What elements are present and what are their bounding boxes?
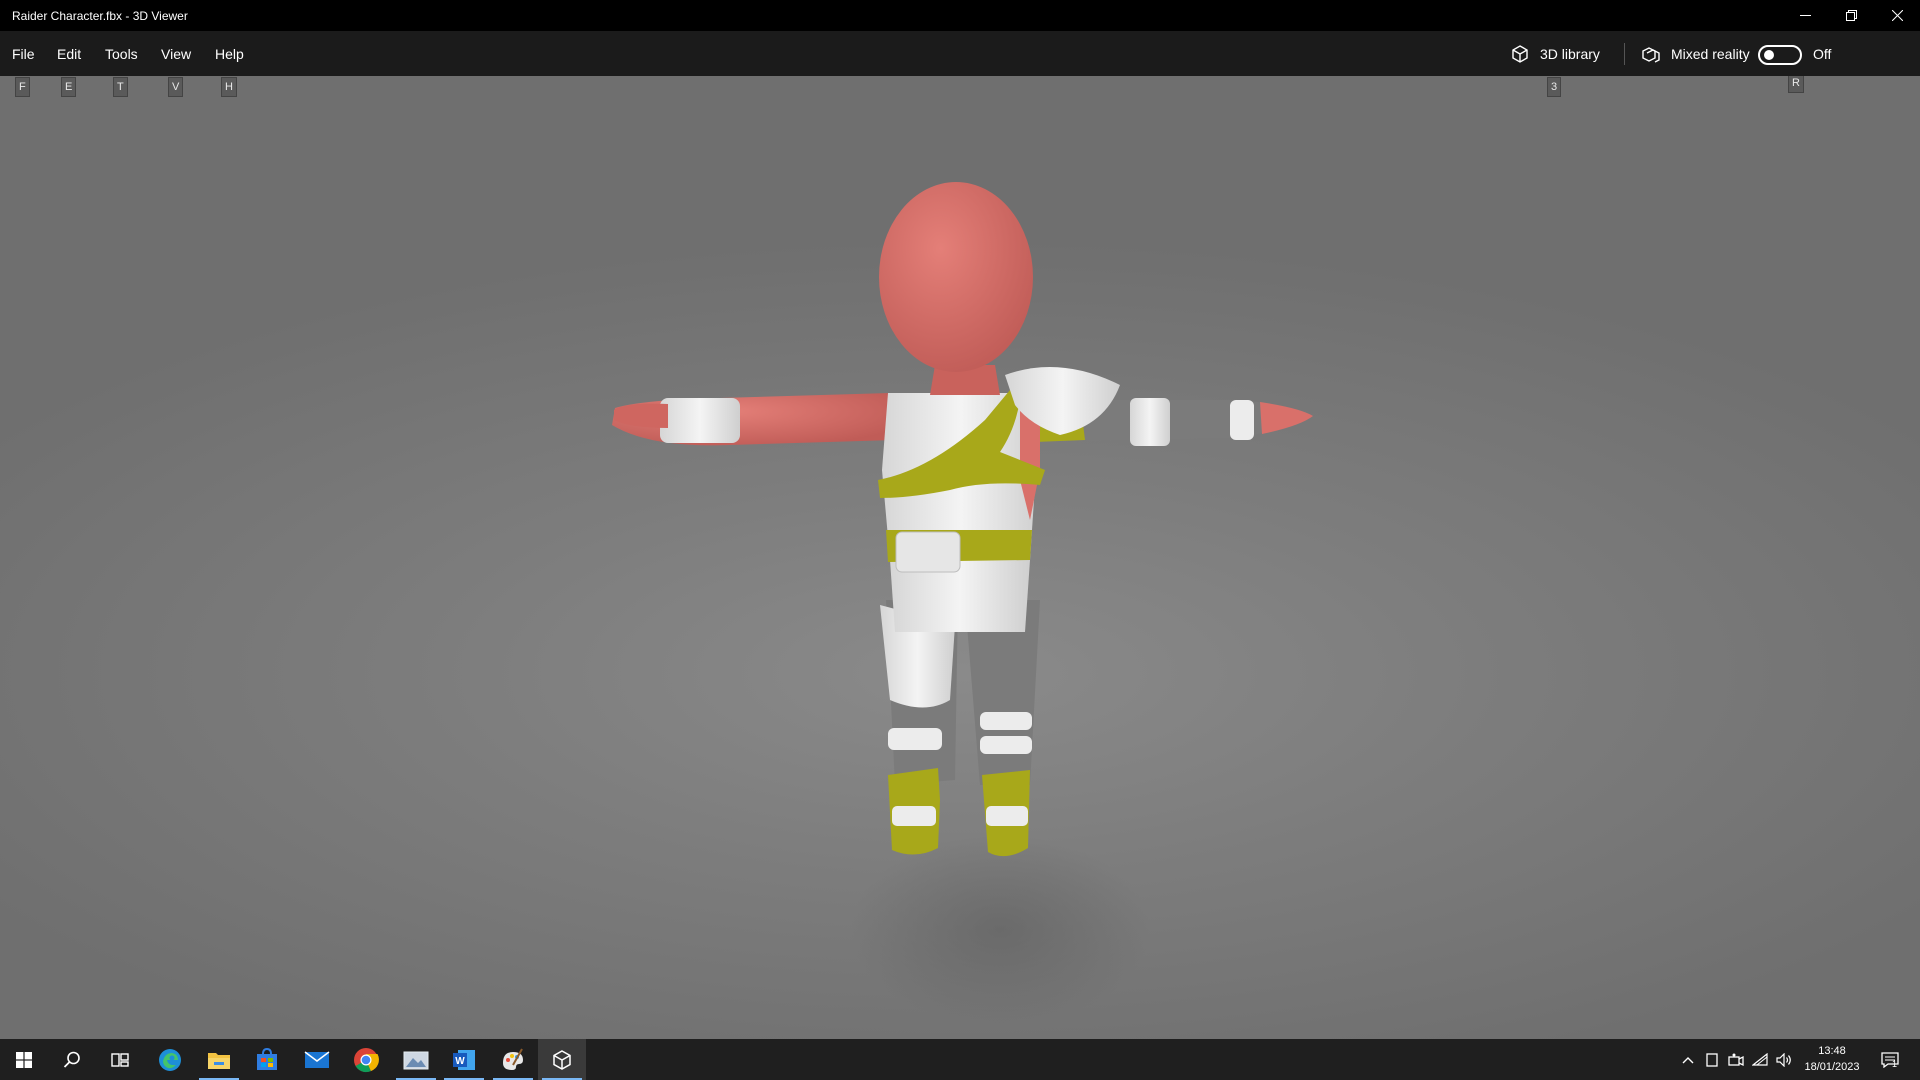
photos-icon[interactable] xyxy=(392,1039,440,1080)
title-bar: Raider Character.fbx - 3D Viewer xyxy=(0,0,1920,31)
cube-icon xyxy=(1512,44,1528,63)
belt-pouch xyxy=(895,531,961,573)
search-icon[interactable] xyxy=(48,1039,96,1080)
minimize-icon xyxy=(1799,15,1811,16)
volume-icon[interactable] xyxy=(1772,1039,1796,1080)
restore-icon xyxy=(1845,10,1857,21)
window-title: Raider Character.fbx - 3D Viewer xyxy=(12,8,188,23)
3d-library-label: 3D library xyxy=(1540,45,1600,62)
character-model[interactable] xyxy=(0,76,1920,1039)
network-icon[interactable] xyxy=(1748,1039,1772,1080)
taskbar: W 13:48 18/01/2023 1 xyxy=(0,1039,1920,1080)
tablet-icon[interactable] xyxy=(1700,1039,1724,1080)
minimize-button[interactable] xyxy=(1782,0,1828,31)
right-boot-wrap xyxy=(986,806,1028,826)
right-hand xyxy=(1260,402,1313,434)
menu-bar: File Edit Tools View Help 3D library Mix… xyxy=(0,31,1920,76)
meet-now-icon[interactable] xyxy=(1724,1039,1748,1080)
notification-count: 1 xyxy=(1892,1059,1898,1069)
paint-icon[interactable] xyxy=(489,1039,537,1080)
menu-edit[interactable]: Edit xyxy=(57,31,81,76)
restore-button[interactable] xyxy=(1828,0,1874,31)
windows-start-icon[interactable] xyxy=(0,1039,48,1080)
clock-time: 13:48 xyxy=(1818,1045,1846,1057)
mixed-reality-toggle[interactable] xyxy=(1758,45,1802,65)
edge-icon[interactable] xyxy=(146,1039,194,1080)
3d-viewer-icon[interactable] xyxy=(538,1039,586,1080)
right-knee-wrap-2 xyxy=(980,736,1032,754)
right-arm-wrap xyxy=(1130,398,1170,446)
mixed-reality-icon xyxy=(1642,46,1660,63)
left-glove xyxy=(660,398,740,443)
left-boot-wrap xyxy=(892,806,936,826)
chrome-icon[interactable] xyxy=(342,1039,390,1080)
word-icon[interactable]: W xyxy=(440,1039,488,1080)
right-knee-wrap-1 xyxy=(980,712,1032,730)
task-view-icon[interactable] xyxy=(96,1039,144,1080)
close-button[interactable] xyxy=(1874,0,1920,31)
3d-viewport[interactable]: F E T V H 3 R xyxy=(0,76,1920,1039)
menu-view[interactable]: View xyxy=(161,31,191,76)
clock-date: 18/01/2023 xyxy=(1804,1061,1860,1073)
divider xyxy=(1624,43,1625,65)
close-icon xyxy=(1891,10,1903,21)
notification-center-button[interactable]: 1 xyxy=(1870,1039,1910,1080)
menu-help[interactable]: Help xyxy=(215,31,244,76)
character-shadow xyxy=(850,835,1150,1025)
taskbar-clock[interactable]: 13:48 18/01/2023 xyxy=(1796,1043,1868,1075)
svg-text:W: W xyxy=(455,1056,465,1067)
menu-file[interactable]: File xyxy=(12,31,35,76)
3d-library-button[interactable]: 3D library xyxy=(1510,31,1600,76)
left-knee-wrap xyxy=(888,728,942,750)
toggle-knob xyxy=(1764,50,1774,60)
mixed-reality-state: Off xyxy=(1813,45,1832,62)
chevron-up-icon[interactable] xyxy=(1676,1039,1700,1080)
mail-icon[interactable] xyxy=(293,1039,341,1080)
menu-tools[interactable]: Tools xyxy=(105,31,138,76)
mixed-reality-label: Mixed reality xyxy=(1671,45,1750,62)
right-wrist-wrap xyxy=(1230,400,1254,440)
file-explorer-icon[interactable] xyxy=(195,1039,243,1080)
head xyxy=(879,182,1033,372)
store-icon[interactable] xyxy=(243,1039,291,1080)
mixed-reality-button[interactable]: Mixed reality xyxy=(1641,31,1750,76)
